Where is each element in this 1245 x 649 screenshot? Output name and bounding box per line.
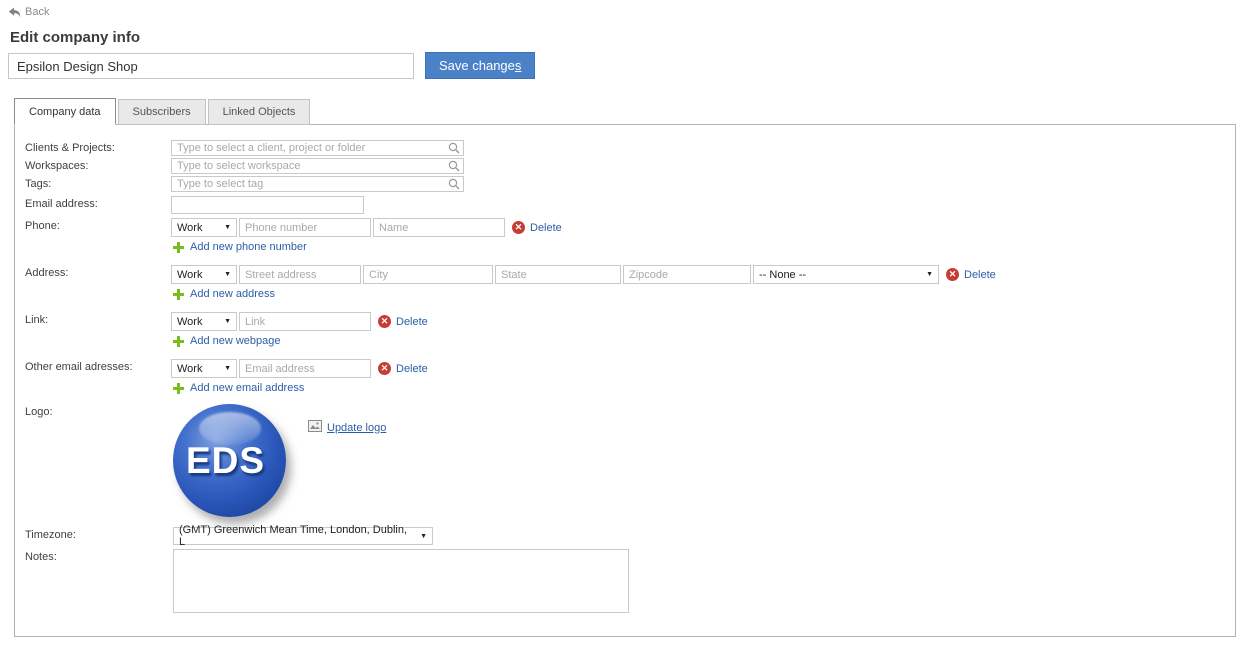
- search-icon: [448, 178, 460, 193]
- row-add-webpage: Add new webpage: [15, 335, 1235, 350]
- add-webpage-link[interactable]: Add new webpage: [173, 335, 281, 347]
- link-type-select[interactable]: Work: [171, 312, 237, 331]
- row-phone: Phone: Work ✕ Delete: [15, 218, 1235, 237]
- update-logo-link[interactable]: Update logo: [308, 420, 386, 435]
- street-address-input[interactable]: [239, 265, 361, 284]
- back-link[interactable]: Back: [8, 6, 49, 18]
- other-email-input[interactable]: [239, 359, 371, 378]
- logo-label: Logo:: [25, 406, 53, 418]
- add-address-link[interactable]: Add new address: [173, 288, 275, 300]
- plus-icon: [173, 241, 184, 253]
- plus-icon: [173, 382, 184, 394]
- timezone-label: Timezone:: [25, 529, 76, 541]
- row-logo: Logo: EDS Update logo: [15, 404, 1235, 517]
- state-input[interactable]: [495, 265, 621, 284]
- row-timezone: Timezone: (GMT) Greenwich Mean Time, Lon…: [15, 524, 1235, 548]
- tab-subscribers[interactable]: Subscribers: [117, 99, 206, 125]
- phone-type-select[interactable]: Work: [171, 218, 237, 237]
- page-title: Edit company info: [10, 29, 141, 46]
- other-email-delete-link[interactable]: ✕ Delete: [378, 362, 428, 375]
- logo-text: EDS: [185, 440, 266, 481]
- add-phone-link[interactable]: Add new phone number: [173, 241, 307, 253]
- tab-linked-objects[interactable]: Linked Objects: [207, 99, 311, 125]
- phone-label: Phone:: [25, 220, 60, 232]
- address-delete-link[interactable]: ✕ Delete: [946, 268, 996, 281]
- search-icon: [448, 142, 460, 157]
- row-tags: Tags:: [15, 176, 1235, 192]
- row-add-phone: Add new phone number: [15, 241, 1235, 256]
- tab-company-data[interactable]: Company data: [14, 98, 116, 125]
- phone-delete-link[interactable]: ✕ Delete: [512, 221, 562, 234]
- row-other-emails: Other email adresses: Work ✕ Delete: [15, 359, 1235, 378]
- address-label: Address:: [25, 267, 69, 279]
- back-label: Back: [25, 6, 50, 18]
- clients-projects-input[interactable]: [171, 140, 464, 156]
- delete-icon: ✕: [378, 315, 391, 328]
- tags-input[interactable]: [171, 176, 464, 192]
- city-input[interactable]: [363, 265, 493, 284]
- zipcode-input[interactable]: [623, 265, 751, 284]
- tab-bar: Company data Subscribers Linked Objects: [14, 98, 312, 125]
- row-email: Email address:: [15, 196, 1235, 214]
- tags-label: Tags:: [25, 178, 52, 190]
- workspaces-label: Workspaces:: [25, 160, 89, 172]
- email-input[interactable]: [171, 196, 364, 214]
- save-changes-button[interactable]: Save changes: [425, 52, 536, 79]
- phone-name-input[interactable]: [373, 218, 505, 237]
- row-clients-projects: Clients & Projects:: [15, 140, 1235, 156]
- delete-icon: ✕: [946, 268, 959, 281]
- link-label: Link:: [25, 314, 49, 326]
- link-input[interactable]: [239, 312, 371, 331]
- row-link: Link: Work ✕ Delete: [15, 312, 1235, 331]
- back-arrow-icon: [8, 6, 21, 18]
- link-delete-link[interactable]: ✕ Delete: [378, 315, 428, 328]
- row-workspaces: Workspaces:: [15, 158, 1235, 174]
- row-address: Address: Work -- None -- ✕ Delete: [15, 265, 1235, 284]
- notes-textarea[interactable]: [173, 549, 629, 613]
- email-label: Email address:: [25, 198, 98, 210]
- add-email-link[interactable]: Add new email address: [173, 382, 304, 394]
- company-data-panel: Clients & Projects: Workspaces: Tags:: [14, 124, 1236, 637]
- workspaces-input[interactable]: [171, 158, 464, 174]
- delete-icon: ✕: [378, 362, 391, 375]
- row-add-address: Add new address: [15, 288, 1235, 303]
- image-icon: [308, 420, 322, 435]
- country-select[interactable]: -- None --: [753, 265, 939, 284]
- company-logo: EDS: [173, 404, 286, 517]
- phone-number-input[interactable]: [239, 218, 371, 237]
- delete-icon: ✕: [512, 221, 525, 234]
- row-add-email: Add new email address: [15, 382, 1235, 397]
- search-icon: [448, 160, 460, 175]
- other-emails-label: Other email adresses:: [25, 361, 133, 373]
- notes-label: Notes:: [25, 551, 57, 563]
- row-notes: Notes:: [15, 549, 1235, 613]
- company-name-input[interactable]: [8, 53, 414, 79]
- other-email-type-select[interactable]: Work: [171, 359, 237, 378]
- clients-projects-label: Clients & Projects:: [25, 142, 115, 154]
- timezone-select[interactable]: (GMT) Greenwich Mean Time, London, Dubli…: [173, 524, 433, 548]
- address-type-select[interactable]: Work: [171, 265, 237, 284]
- plus-icon: [173, 335, 184, 347]
- plus-icon: [173, 288, 184, 300]
